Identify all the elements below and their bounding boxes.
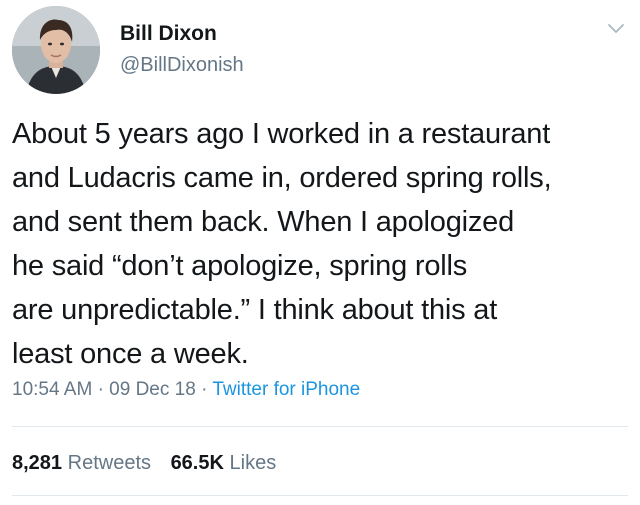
tweet-date[interactable]: 09 Dec 18	[109, 379, 196, 400]
meta-separator: ·	[201, 379, 208, 400]
tweet-text-line: least once a week.	[12, 338, 249, 370]
chevron-down-icon[interactable]	[606, 22, 626, 36]
likes-count: 66.5K	[170, 452, 224, 474]
likes-label: Likes	[229, 452, 277, 474]
tweet-text-line: are unpredictable.” I think about this a…	[12, 294, 498, 326]
tweet-text: About 5 years ago I worked in a restaura…	[12, 112, 632, 376]
divider	[12, 426, 628, 427]
retweets-stat[interactable]: 8,281 Retweets	[12, 452, 157, 474]
avatar-photo	[12, 6, 100, 94]
tweet-text-line: and Ludacris came in, ordered spring rol…	[12, 162, 552, 194]
author-handle[interactable]: @BillDixonish	[120, 54, 244, 77]
tweet-card: Bill Dixon @BillDixonish About 5 years a…	[0, 0, 640, 505]
avatar[interactable]	[12, 6, 100, 94]
divider	[12, 495, 628, 496]
likes-stat[interactable]: 66.5K Likes	[171, 452, 277, 474]
tweet-source-link[interactable]: Twitter for iPhone	[212, 379, 360, 400]
tweet-text-line: he said “don’t apologize, spring rolls	[12, 250, 468, 282]
tweet-text-line: and sent them back. When I apologized	[12, 206, 515, 238]
tweet-time[interactable]: 10:54 AM	[12, 379, 92, 400]
retweets-label: Retweets	[67, 452, 151, 474]
tweet-text-line: About 5 years ago I worked in a restaura…	[12, 118, 551, 150]
meta-separator: ·	[97, 379, 104, 400]
tweet-metadata: 10:54 AM · 09 Dec 18 · Twitter for iPhon…	[12, 379, 360, 401]
tweet-stats: 8,281 Retweets 66.5K Likes	[12, 452, 276, 475]
retweets-count: 8,281	[12, 452, 63, 474]
author-display-name[interactable]: Bill Dixon	[120, 22, 217, 46]
